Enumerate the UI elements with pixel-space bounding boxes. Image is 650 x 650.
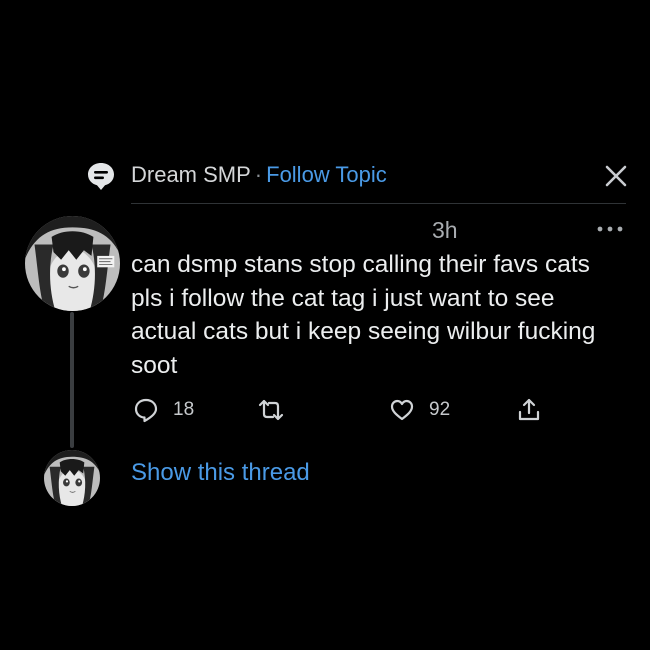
topic-header: Dream SMP · Follow Topic [131, 161, 387, 189]
share-button[interactable] [516, 396, 542, 424]
anime-girl-avatar[interactable] [25, 216, 120, 311]
tweet-timestamp[interactable]: 3h [432, 216, 458, 244]
tweet-screen: Dream SMP · Follow Topic 3h can dsmp stans… [0, 0, 650, 650]
topic-speech-bubble-icon [88, 163, 114, 190]
header-divider [131, 203, 626, 204]
like-count: 92 [429, 399, 451, 420]
topic-name[interactable]: Dream SMP [131, 162, 251, 187]
reply-icon [134, 398, 158, 423]
like-button[interactable]: 92 [389, 396, 450, 424]
close-icon[interactable] [602, 162, 630, 190]
thread-connector-line [70, 312, 74, 448]
retweet-button[interactable] [258, 396, 298, 424]
topic-separator: · [254, 162, 263, 187]
more-options-icon[interactable] [596, 222, 624, 236]
share-icon [518, 398, 540, 421]
tweet-text: can dsmp stans stop calling their favs c… [131, 251, 596, 379]
thread-avatar[interactable] [44, 450, 100, 506]
retweet-icon [258, 399, 284, 421]
reply-count: 18 [173, 399, 195, 420]
follow-topic-button[interactable]: Follow Topic [266, 162, 387, 187]
show-this-thread-link[interactable]: Show this thread [131, 458, 310, 488]
heart-icon [390, 399, 414, 421]
reply-button[interactable]: 18 [133, 396, 194, 424]
